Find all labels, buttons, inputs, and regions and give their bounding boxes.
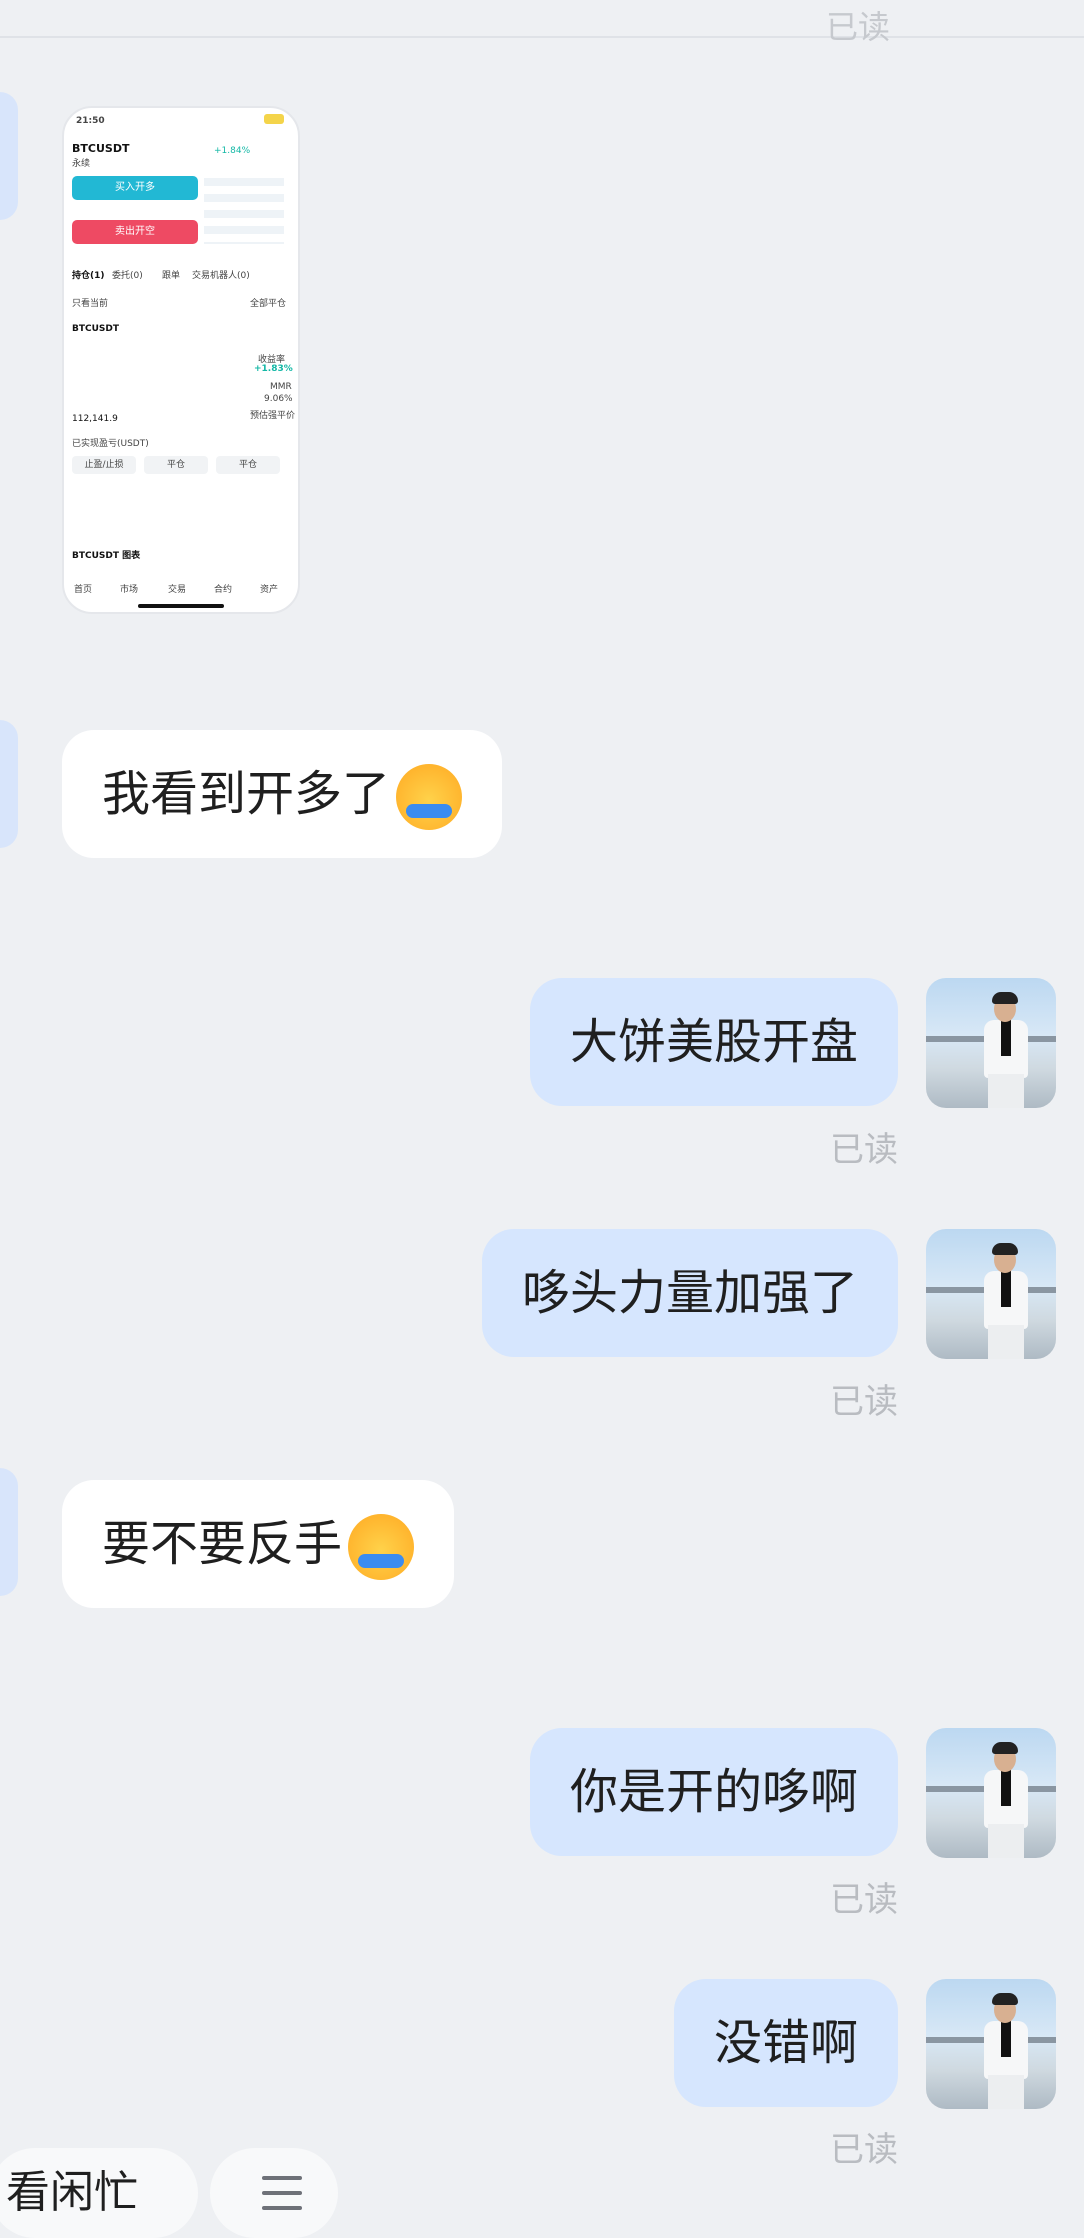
message-text: 我看到开多了 [102, 766, 391, 822]
read-status: 已读 [830, 1382, 898, 1422]
message-bubble-incoming[interactable]: 我看到开多了 [62, 730, 503, 858]
thumb-orderbook [204, 178, 284, 244]
top-divider [0, 0, 1084, 38]
thumb-type: 永续 [72, 159, 91, 169]
message-text: 没错啊 [713, 2015, 858, 2071]
message-bubble-outgoing[interactable]: 大饼美股开盘 [529, 978, 898, 1106]
message-bubble-incoming[interactable]: 要不要反手 [62, 1480, 455, 1608]
quick-reply-label: 看闲忙 [6, 2167, 138, 2218]
user-avatar[interactable] [926, 1229, 1056, 1359]
read-status: 已读 [826, 8, 891, 46]
message-text: 哆头力量加强了 [521, 1265, 858, 1321]
thumb-sell-button: 卖出开空 [72, 220, 198, 244]
thumb-pair: BTCUSDT [72, 142, 130, 155]
peer-avatar-edge [0, 92, 18, 220]
thumb-nav: 首页 [74, 585, 93, 595]
thumb-buy-button: 买入开多 [72, 176, 198, 200]
thumb-tab: 交易机器人(0) [192, 271, 250, 281]
thumb-tab: 持仓(1) [72, 271, 105, 281]
thumb-time: 21:50 [76, 116, 105, 126]
home-indicator [138, 604, 224, 608]
thumb-nav: 市场 [120, 585, 139, 595]
quick-reply-button[interactable]: 看闲忙 [0, 2148, 198, 2238]
thumb-liq-label: 预估强平价 [250, 411, 296, 421]
read-status: 已读 [830, 1880, 898, 1920]
user-avatar[interactable] [926, 1728, 1056, 1858]
user-avatar[interactable] [926, 978, 1056, 1108]
message-bubble-outgoing[interactable]: 你是开的哆啊 [529, 1728, 898, 1856]
thumb-position-symbol: BTCUSDT [72, 324, 120, 334]
thumb-tab: 委托(0) [112, 271, 143, 281]
thumb-action: 平仓 [144, 456, 208, 474]
thumb-yield-value: +1.83% [254, 364, 293, 374]
thumb-nav: 交易 [168, 585, 187, 595]
menu-button[interactable] [210, 2148, 338, 2238]
thumb-nav: 资产 [260, 585, 279, 595]
thumb-action: 止盈/止损 [72, 456, 136, 474]
message-text: 大饼美股开盘 [569, 1014, 858, 1070]
message-bubble-outgoing[interactable]: 没错啊 [673, 1979, 898, 2107]
message-text: 要不要反手 [102, 1516, 343, 1572]
peer-avatar-edge [0, 1468, 18, 1596]
facepalm-emoji-icon [396, 764, 463, 830]
thumb-realized-label: 已实现盈亏(USDT) [72, 439, 149, 449]
image-message[interactable]: 21:50 BTCUSDT 永续 +1.84% 买入开多 卖出开空 持仓(1) … [62, 106, 300, 614]
message-text: 你是开的哆啊 [569, 1764, 858, 1820]
user-avatar[interactable] [926, 1979, 1056, 2109]
battery-icon [264, 114, 284, 124]
thumb-nav: 合约 [214, 585, 233, 595]
thumb-chart-label: BTCUSDT 图表 [72, 551, 141, 561]
thumb-change: +1.84% [214, 146, 251, 156]
thumb-tab: 跟单 [162, 271, 181, 281]
read-status: 已读 [830, 2130, 898, 2170]
thumb-only-current: 只看当前 [72, 299, 109, 309]
thumb-entry-price: 112,141.9 [72, 414, 118, 424]
message-bubble-outgoing[interactable]: 哆头力量加强了 [481, 1229, 898, 1357]
thumb-close-all: 全部平仓 [250, 299, 287, 309]
facepalm-emoji-icon [348, 1514, 415, 1580]
read-status: 已读 [830, 1130, 898, 1170]
thumb-mmr-label: MMR [270, 382, 292, 392]
peer-avatar-edge [0, 720, 18, 848]
thumb-action: 平仓 [216, 456, 280, 474]
thumb-mmr-value: 9.06% [264, 394, 293, 404]
